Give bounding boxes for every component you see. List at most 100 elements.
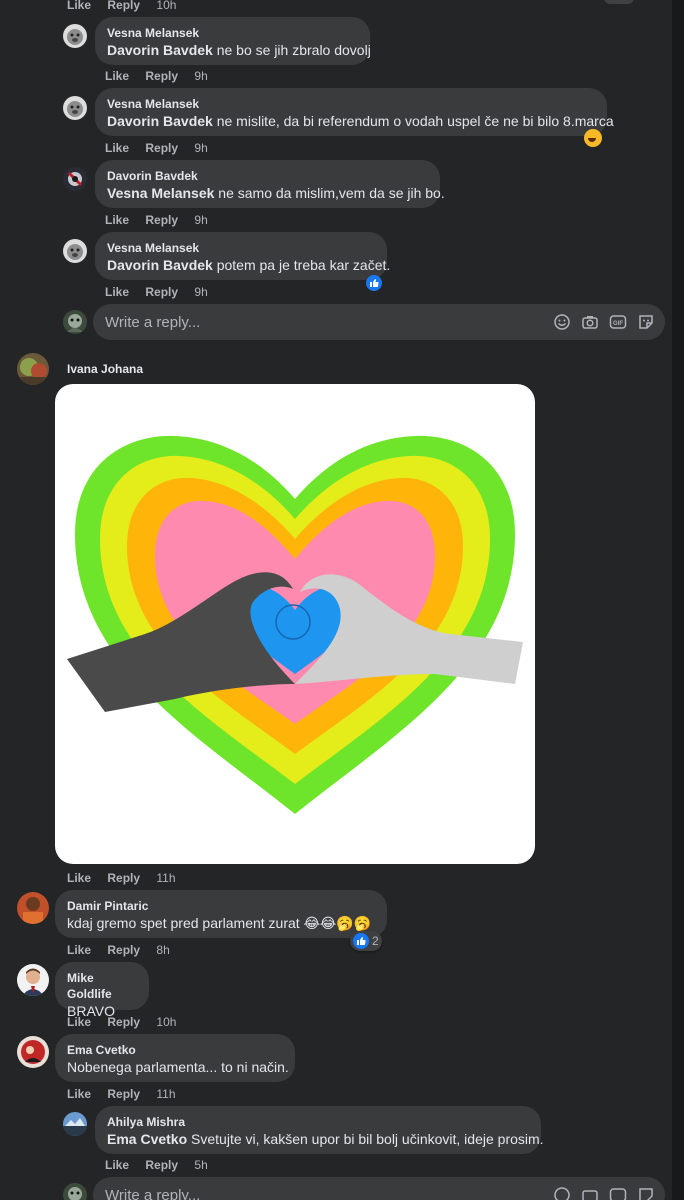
author-name[interactable]: Vesna Melansek [107,25,358,41]
scrollbar[interactable] [672,0,684,1200]
reply-body: ne bo se jih zbralo dovolj [212,42,371,58]
reply-text: Davorin Bavdek potem pa je treba kar zač… [107,256,390,274]
like-link[interactable]: Like [67,1087,91,1101]
timestamp: 11h [156,871,176,885]
avatar[interactable] [17,353,49,385]
author-name[interactable]: Davorin Bavdek [107,168,428,184]
reply-bubble: Ahilya Mishra Ema Cvetko Svetujte vi, ka… [95,1106,544,1154]
avatar[interactable] [17,964,49,996]
comments-view: Like Reply 10h Vesna Melansek Davorin Ba… [0,0,684,1200]
reply-bubble: Vesna Melansek Davorin Bavdek potem pa j… [95,232,390,280]
reply-body: ne mislite, da bi referendum o vodah usp… [212,113,614,129]
reaction-badge-partial[interactable] [604,0,634,4]
author-name[interactable]: Ivana Johana [67,361,143,377]
reply-link[interactable]: Reply [145,285,178,299]
reply-link[interactable]: Reply [145,1158,178,1172]
reply-link[interactable]: Reply [107,1087,140,1101]
author-name[interactable]: Vesna Melansek [107,240,375,256]
comment-text: Nobenega parlamenta... to ni način. [67,1059,289,1075]
reply-text: Davorin Bavdek ne mislite, da bi referen… [107,112,614,130]
reply-link[interactable]: Reply [145,141,178,155]
comment-actions: Like Reply 11h [67,871,189,885]
reaction-count: 2 [372,934,379,948]
mention-link[interactable]: Vesna Melansek [107,185,214,201]
comments-panel: Like Reply 10h Vesna Melansek Davorin Ba… [0,0,672,1200]
like-link[interactable]: Like [67,1015,91,1029]
like-link[interactable]: Like [67,943,91,957]
reply-link[interactable]: Reply [145,69,178,83]
comment-image[interactable] [55,384,535,864]
reply-bubble: Vesna Melansek Davorin Bavdek ne mislite… [95,88,614,136]
camera-icon[interactable] [581,313,599,331]
timestamp: 9h [194,69,208,83]
emoji-icon[interactable] [553,313,571,331]
reply-box [93,1177,665,1200]
avatar[interactable] [63,1112,87,1136]
like-link[interactable]: Like [105,1158,129,1172]
like-link[interactable]: Like [105,69,129,83]
reply-actions: Like Reply 9h [105,285,221,299]
reply-box: GIF [93,304,665,340]
avatar[interactable] [17,1036,49,1068]
reply-text: Ema Cvetko Svetujte vi, kakšen upor bi b… [107,1130,544,1148]
camera-icon[interactable] [581,1186,599,1200]
like-link[interactable]: Like [105,141,129,155]
reply-link[interactable]: Reply [107,871,140,885]
reaction-badge[interactable] [366,273,382,293]
gif-icon[interactable]: GIF [609,313,627,331]
avatar[interactable] [63,96,87,120]
comment-bubble: Damir Pintaric kdaj gremo spet pred parl… [55,890,387,938]
author-name[interactable]: Damir Pintaric [67,898,375,914]
reply-input[interactable] [105,312,505,332]
author-name[interactable]: Mike Goldlife [67,970,137,1002]
reply-link[interactable]: Reply [107,1015,140,1029]
like-link[interactable]: Like [105,213,129,227]
reply-actions: Like Reply 9h [105,69,221,83]
reply-text: Vesna Melansek ne samo da mislim,vem da … [107,184,445,202]
mention-link[interactable]: Davorin Bavdek [107,42,213,58]
reply-link[interactable]: Reply [145,213,178,227]
rainbow-heart-hands-image [67,435,523,814]
mention-link[interactable]: Davorin Bavdek [107,257,213,273]
avatar[interactable] [63,167,87,191]
like-link[interactable]: Like [67,871,91,885]
reply-body: Svetujte vi, kakšen upor bi bil bolj uči… [187,1131,544,1147]
comment-actions: Like Reply 11h [67,1087,189,1101]
current-user-avatar[interactable] [63,1183,87,1200]
sticker-icon[interactable] [637,1186,655,1200]
comment-text: kdaj gremo spet pred parlament zurat 😂😂🥱… [67,915,372,931]
sticker-icon[interactable] [637,313,655,331]
mention-link[interactable]: Davorin Bavdek [107,113,213,129]
reply-actions: Like Reply 9h [105,141,221,155]
comment-bubble: Ema Cvetko Nobenega parlamenta... to ni … [55,1034,295,1082]
author-name[interactable]: Ema Cvetko [67,1042,283,1058]
reply-link[interactable]: Reply [107,0,140,12]
reply-text: Davorin Bavdek ne bo se jih zbralo dovol… [107,41,371,59]
reply-body: ne samo da mislim,vem da se jih bo. [214,185,445,201]
gif-icon[interactable] [609,1186,627,1200]
avatar[interactable] [63,24,87,48]
timestamp: 9h [194,141,208,155]
timestamp: 8h [156,943,170,957]
author-name[interactable]: Vesna Melansek [107,96,595,112]
reply-actions: Like Reply 5h [105,1158,221,1172]
timestamp: 5h [194,1158,208,1172]
avatar[interactable] [63,239,87,263]
reply-bubble: Vesna Melansek Davorin Bavdek ne bo se j… [95,17,371,65]
current-user-avatar[interactable] [63,310,87,334]
reaction-badge[interactable]: 2 [350,931,382,951]
emoji-icon[interactable] [553,1186,571,1200]
comment-actions: Like Reply 10h [67,1015,189,1029]
timestamp: 10h [156,1015,177,1029]
like-link[interactable]: Like [105,285,129,299]
comment-bubble: Mike Goldlife BRAVO [55,962,149,1019]
like-link[interactable]: Like [67,0,91,12]
author-name[interactable]: Ahilya Mishra [107,1114,529,1130]
reply-actions: Like Reply 9h [105,213,221,227]
avatar[interactable] [17,892,49,924]
reply-link[interactable]: Reply [107,943,140,957]
mention-link[interactable]: Ema Cvetko [107,1131,187,1147]
timestamp: 10h [156,0,177,12]
reaction-badge[interactable] [584,128,602,148]
reply-input[interactable] [105,1185,505,1200]
